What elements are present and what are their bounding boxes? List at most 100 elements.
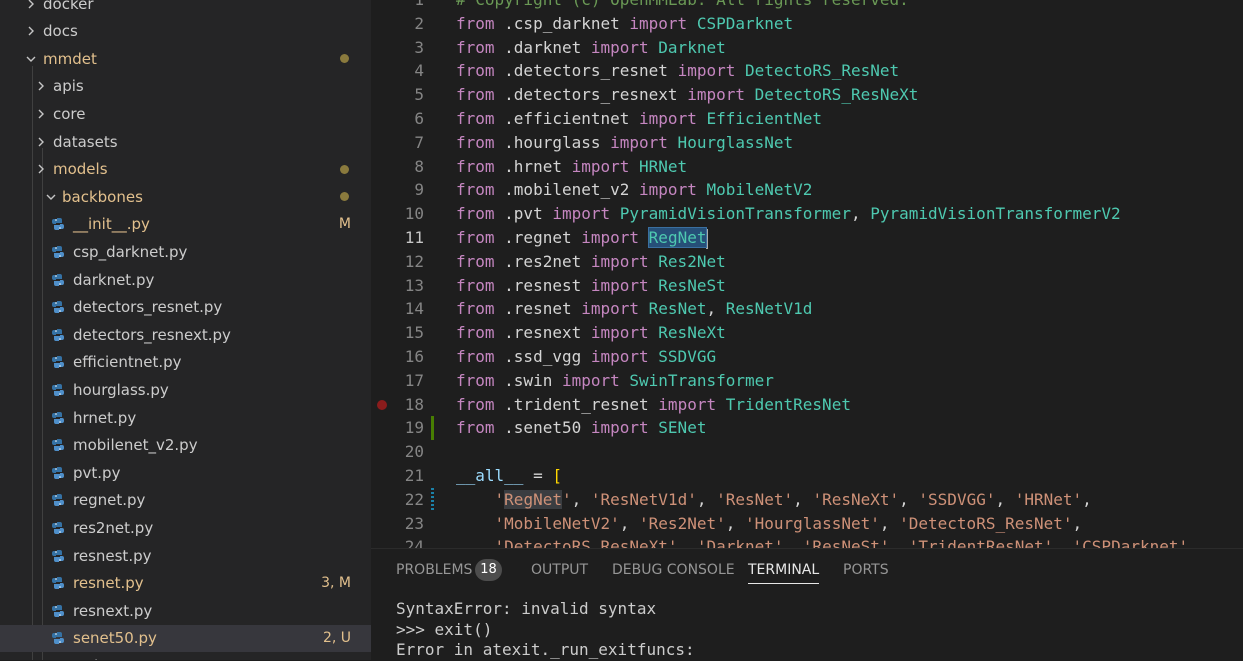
line-number: 22 [404, 489, 424, 509]
tab-output[interactable]: OUTPUT [531, 562, 588, 578]
code-line[interactable]: 19 from .senet50 import SENet [371, 416, 1243, 441]
file-item[interactable]: __init__.py M [0, 211, 371, 238]
folder-item[interactable]: backbones [0, 183, 371, 210]
python-file-icon [51, 466, 65, 480]
tab-ports[interactable]: PORTS [843, 562, 889, 578]
tree-item-label: pvt.py [73, 463, 121, 482]
code-token: 'Res2Net' [639, 513, 726, 533]
tab-terminal[interactable]: TERMINAL [748, 562, 820, 584]
code-token: .ssd_vgg [494, 347, 591, 366]
code-line[interactable]: 6 from .efficientnet import EfficientNet [371, 107, 1243, 131]
code-line[interactable]: 20 [371, 440, 1243, 464]
file-item[interactable]: regnet.py [0, 487, 371, 514]
terminal-line: >>> exit() [396, 620, 493, 639]
code-line[interactable]: 24 'DetectoRS_ResNeXt', 'Darknet', 'ResN… [371, 535, 1243, 548]
code-token: import [581, 299, 640, 319]
code-line[interactable]: 1 # Copyright (c) OpenMMLab. All rights r… [371, 0, 1243, 12]
code-token: , [677, 537, 697, 548]
file-item[interactable]: darknet.py [0, 266, 371, 293]
tab-debug-console[interactable]: DEBUG CONSOLE [612, 562, 735, 578]
code-token: 'ResNetV1d' [590, 489, 697, 509]
file-item[interactable]: resnet.py 3, M [0, 570, 371, 597]
code-token: from [456, 13, 495, 33]
code-line[interactable]: 2 from .csp_darknet import CSPDarknet [371, 12, 1243, 36]
tree-item-label: csp_darknet.py [73, 242, 188, 261]
line-number: 1 [371, 0, 424, 12]
file-item[interactable]: hrnet.py [0, 404, 371, 431]
chevron-down-icon[interactable] [45, 191, 57, 203]
chevron-down-icon[interactable] [25, 53, 37, 65]
file-item[interactable]: csp_darknet.py [0, 238, 371, 265]
code-token: import [639, 109, 697, 128]
code-token: import [590, 275, 649, 295]
code-line[interactable]: 14 from .resnet import ResNet, ResNetV1d [371, 297, 1243, 321]
file-item[interactable]: detectors_resnet.py [0, 294, 371, 321]
code-line[interactable]: 18 from .trident_resnet import TridentRes… [371, 393, 1243, 417]
chevron-right-icon[interactable] [35, 80, 47, 92]
code-token: DetectoRS_ResNeXt [744, 85, 919, 105]
file-item[interactable]: ssd_vgg.py [0, 652, 371, 660]
chevron-right-icon[interactable] [35, 163, 47, 175]
folder-item[interactable]: models [0, 156, 371, 183]
code-line[interactable]: 23 'MobileNetV2', 'Res2Net', 'HourglassN… [371, 512, 1243, 536]
tree-item-label: senet50.py [73, 629, 157, 648]
code-token: .resnet [494, 299, 582, 319]
chevron-right-icon[interactable] [35, 136, 47, 148]
code-line[interactable]: 13 from .resnest import ResNeSt [371, 274, 1243, 298]
code-line[interactable]: 17 from .swin import SwinTransformer [371, 369, 1243, 393]
code-token: 'CSPDarknet' [1072, 537, 1189, 548]
code-line[interactable]: 16 from .ssd_vgg import SSDVGG [371, 345, 1243, 369]
code-text: from .senet50 import SENet [456, 416, 706, 440]
code-line[interactable]: 11 from .regnet import RegNet [371, 226, 1243, 250]
code-token: 'HRNet' [1014, 489, 1083, 509]
code-line[interactable]: 8 from .hrnet import HRNet [371, 155, 1243, 179]
chevron-right-icon[interactable] [25, 0, 37, 10]
folder-item[interactable]: mmdet [0, 45, 371, 72]
code-text: from .detectors_resnext import DetectoRS… [456, 83, 918, 107]
code-line[interactable]: 10 from .pvt import PyramidVisionTransfor… [371, 202, 1243, 226]
code-editor[interactable]: 1 # Copyright (c) OpenMMLab. All rights r… [371, 0, 1243, 548]
code-token: # Copyright (c) OpenMMLab. All rights re… [456, 0, 909, 9]
breakpoint-icon[interactable] [377, 399, 387, 410]
git-modified-marker [431, 487, 434, 512]
code-line[interactable]: 7 from .hourglass import HourglassNet [371, 131, 1243, 155]
file-item[interactable]: efficientnet.py [0, 349, 371, 376]
code-text: from .pvt import PyramidVisionTransforme… [456, 202, 1121, 226]
code-token: import [590, 251, 649, 271]
code-line[interactable]: 12 from .res2net import Res2Net [371, 250, 1243, 274]
code-line[interactable]: 21 __all__ = [ [371, 464, 1243, 488]
code-token: import [590, 323, 649, 343]
file-item[interactable]: hourglass.py [0, 376, 371, 403]
file-item[interactable]: senet50.py 2, U [0, 624, 371, 652]
code-line[interactable]: 4 from .detectors_resnet import DetectoRS… [371, 59, 1243, 83]
folder-item[interactable]: core [0, 100, 371, 127]
code-line[interactable]: 5 from .detectors_resnext import DetectoR… [371, 83, 1243, 107]
file-item[interactable]: detectors_resnext.py [0, 321, 371, 348]
code-text: from .res2net import Res2Net [456, 250, 726, 274]
code-token: from [456, 370, 495, 390]
folder-item[interactable]: datasets [0, 128, 371, 155]
folder-item[interactable]: apis [0, 73, 371, 100]
file-item[interactable]: resnext.py [0, 597, 371, 624]
file-item[interactable]: res2net.py [0, 514, 371, 541]
file-item[interactable]: mobilenet_v2.py [0, 432, 371, 459]
chevron-right-icon[interactable] [35, 108, 47, 120]
folder-item[interactable]: docs [0, 18, 371, 45]
code-token: 'ResNeSt' [802, 537, 890, 548]
code-token: , [793, 489, 813, 509]
code-token: RegNet [647, 227, 708, 248]
code-line[interactable]: 3 from .darknet import Darknet [371, 36, 1243, 60]
tree-item-label: core [53, 104, 86, 123]
code-line[interactable]: 9 from .mobilenet_v2 import MobileNetV2 [371, 178, 1243, 202]
file-item[interactable]: resnest.py [0, 542, 371, 569]
folder-item[interactable]: docker [0, 0, 371, 17]
tab-problems[interactable]: PROBLEMS [396, 562, 472, 578]
code-line[interactable]: 15 from .resnext import ResNeXt [371, 321, 1243, 345]
chevron-right-icon[interactable] [25, 25, 37, 37]
code-line[interactable]: 22 'RegNet', 'ResNetV1d', 'ResNet', 'Res… [371, 487, 1243, 512]
file-item[interactable]: pvt.py [0, 459, 371, 486]
code-token: 'DetectoRS_ResNet' [899, 513, 1073, 533]
code-token: import [687, 85, 745, 105]
code-token: from [456, 228, 495, 247]
